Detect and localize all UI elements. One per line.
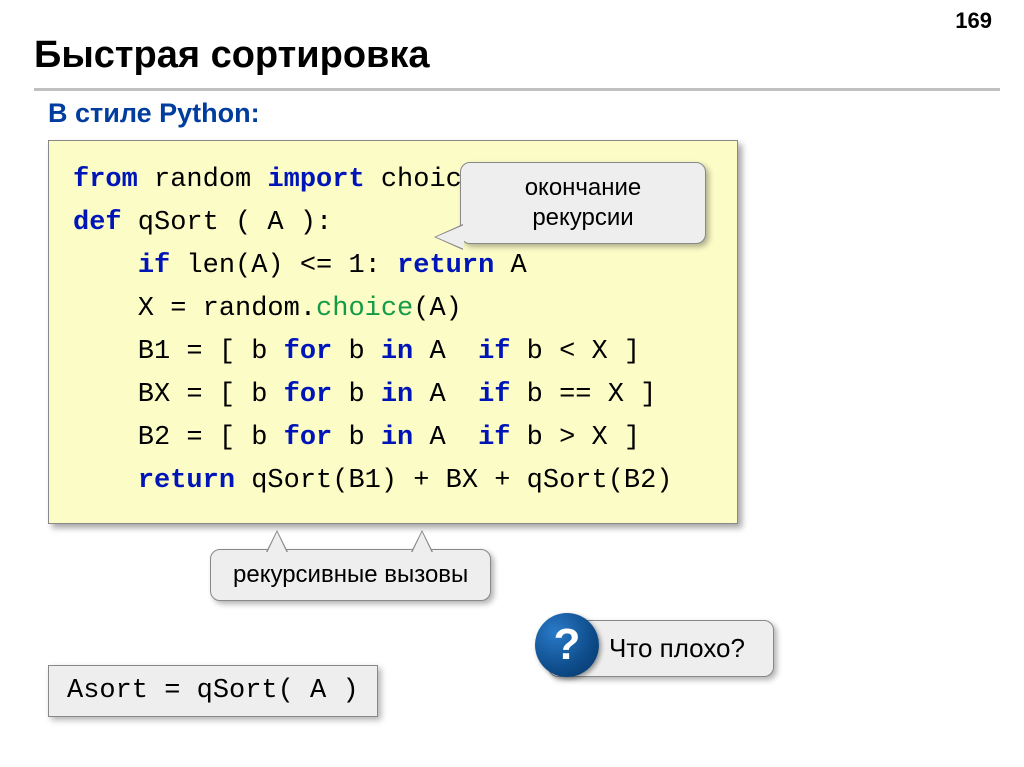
kw-if: if [138, 251, 170, 281]
question-icon: ? [535, 613, 599, 677]
question-callout: ? Что плохо? [548, 620, 774, 677]
question-text: Что плохо? [609, 633, 745, 663]
kw-return: return [397, 251, 494, 281]
callout-text-line1: окончание [525, 174, 642, 201]
title-underline [34, 88, 1000, 91]
question-box: ? Что плохо? [548, 620, 774, 677]
kw-from: from [73, 165, 138, 195]
question-mark-icon: ? [554, 620, 581, 670]
page-title: Быстрая сортировка [34, 34, 430, 77]
kw-def: def [73, 208, 122, 238]
callout-recursive-calls: рекурсивные вызовы [210, 549, 491, 601]
page-number: 169 [955, 8, 992, 34]
callout-text: рекурсивные вызовы [233, 561, 468, 588]
subtitle: В стиле Python: [48, 98, 260, 129]
callout-text-line2: рекурсии [532, 204, 633, 231]
callout-recursion-end: окончание рекурсии [460, 162, 706, 244]
kw-import: import [267, 165, 364, 195]
fn-choice: choice [316, 294, 413, 324]
asort-code-box: Asort = qSort( A ) [48, 665, 378, 717]
kw-return: return [138, 466, 235, 496]
